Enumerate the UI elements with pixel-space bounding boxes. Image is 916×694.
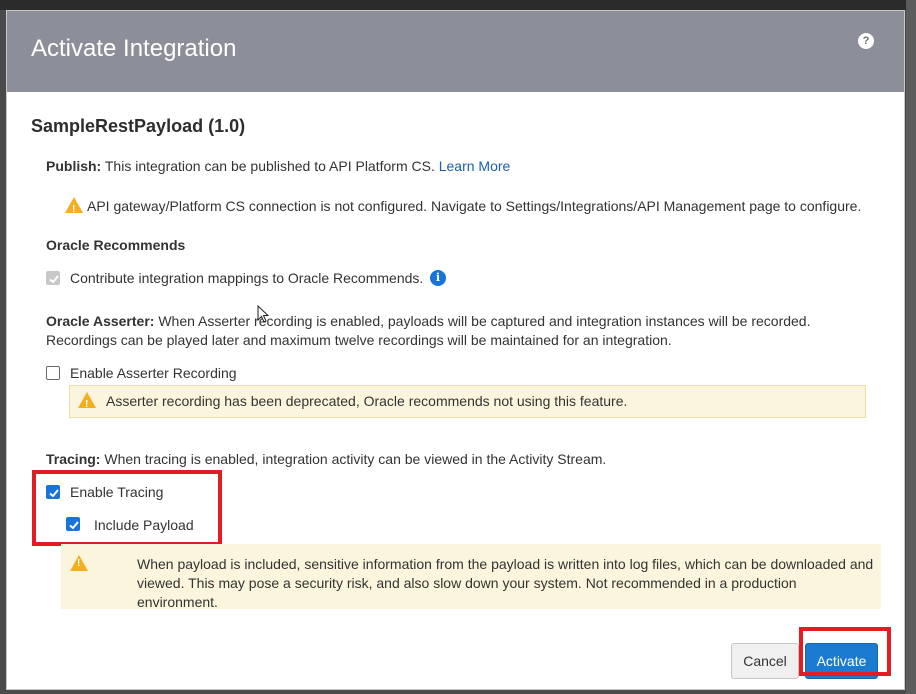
publish-warning-text: API gateway/Platform CS connection is no…	[87, 198, 862, 214]
integration-name: SampleRestPayload (1.0)	[31, 116, 246, 136]
tracing-label: Tracing:	[46, 451, 101, 467]
activate-integration-dialog: Activate Integration ? SampleRestPayload…	[6, 10, 905, 690]
highlight-tracing-box	[32, 470, 222, 546]
mouse-cursor-icon	[257, 305, 270, 323]
dialog-title: Activate Integration	[31, 35, 237, 62]
deprecated-warning: Asserter recording has been deprecated, …	[78, 392, 628, 414]
checkmark-icon	[49, 275, 59, 284]
learn-more-link[interactable]: Learn More	[439, 158, 511, 174]
publish-text: This integration can be published to API…	[101, 158, 439, 174]
background-sidebar	[906, 0, 916, 694]
publish-warning: API gateway/Platform CS connection is no…	[65, 197, 862, 219]
publish-section: Publish: This integration can be publish…	[46, 157, 510, 176]
warning-icon	[70, 555, 88, 571]
recommends-checkbox[interactable]	[46, 271, 60, 285]
help-icon[interactable]: ?	[858, 33, 874, 49]
payload-warning-box: When payload is included, sensitive info…	[61, 544, 881, 612]
payload-warning-line1: When payload is included, sensitive info…	[137, 556, 874, 572]
deprecated-warning-box: Asserter recording has been deprecated, …	[69, 385, 866, 418]
asserter-checkbox-label: Enable Asserter Recording	[70, 365, 237, 381]
payload-warning: When payload is included, sensitive info…	[137, 555, 881, 612]
asserter-text-line2: Recordings can be played later and maxim…	[46, 332, 672, 348]
asserter-checkbox[interactable]	[46, 366, 60, 380]
asserter-description: Oracle Asserter: When Asserter recording…	[46, 312, 810, 350]
background-toolbar	[0, 0, 916, 10]
recommends-heading: Oracle Recommends	[46, 237, 186, 253]
info-icon[interactable]: i	[430, 270, 446, 286]
warning-icon	[65, 197, 83, 219]
recommends-label: Contribute integration mappings to Oracl…	[70, 270, 424, 286]
publish-label: Publish:	[46, 158, 102, 174]
tracing-description: Tracing: When tracing is enabled, integr…	[46, 450, 606, 469]
warning-icon	[78, 392, 96, 414]
cancel-button[interactable]: Cancel	[731, 643, 799, 679]
deprecated-warning-text: Asserter recording has been deprecated, …	[106, 393, 628, 409]
highlight-activate-box	[799, 627, 891, 676]
dialog-header: Activate Integration ?	[7, 11, 904, 92]
asserter-text-line1: When Asserter recording is enabled, payl…	[154, 313, 811, 329]
tracing-text: When tracing is enabled, integration act…	[100, 451, 607, 467]
asserter-label: Oracle Asserter:	[46, 313, 155, 329]
payload-warning-line2: viewed. This may pose a security risk, a…	[137, 575, 797, 610]
